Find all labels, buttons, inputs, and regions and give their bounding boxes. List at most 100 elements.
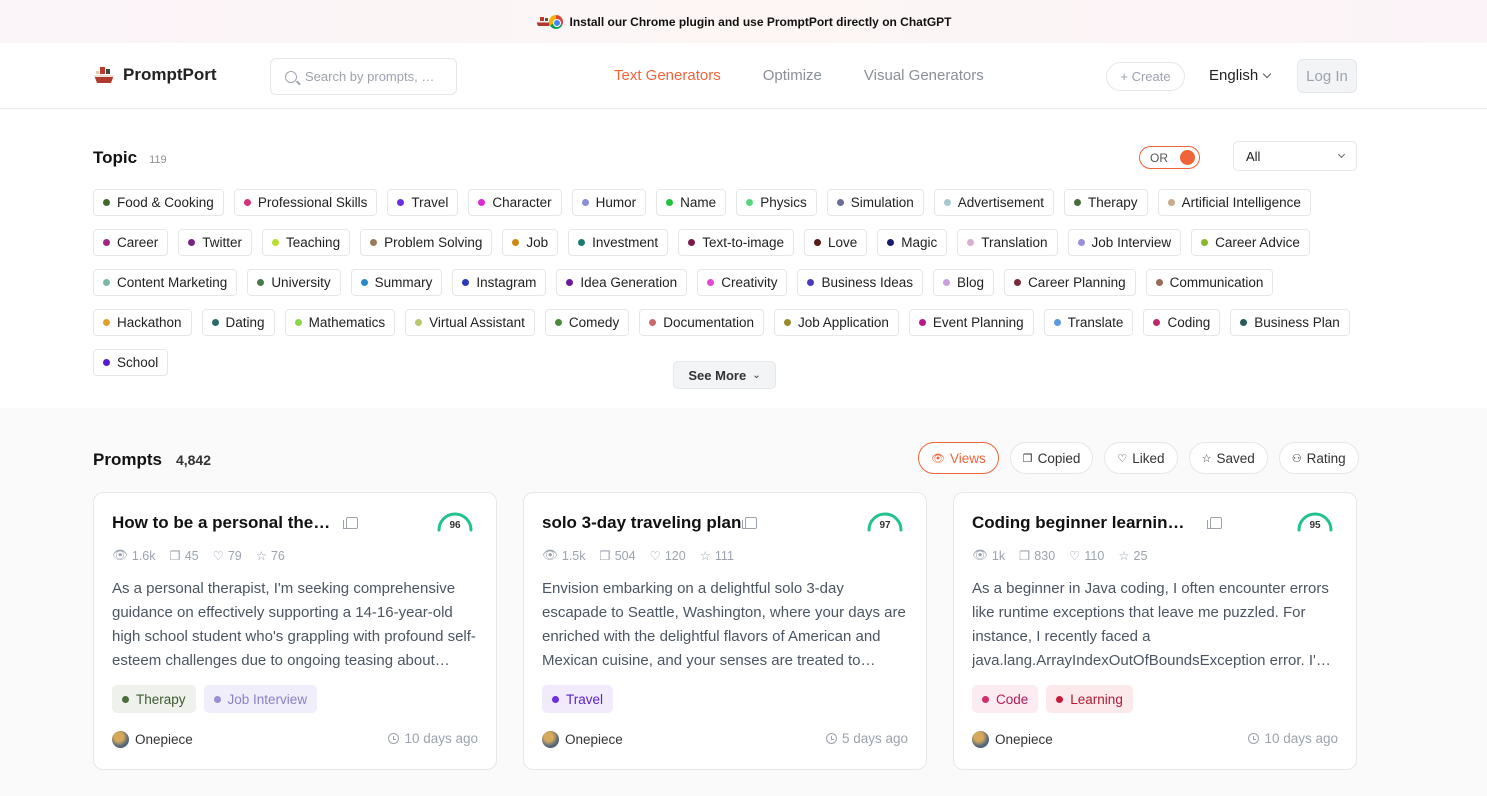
tag-dot — [103, 319, 110, 326]
topic-tag[interactable]: Blog — [933, 269, 995, 296]
card-author[interactable]: Onepiece — [972, 731, 1053, 748]
card-tag[interactable]: Therapy — [112, 685, 196, 713]
create-button[interactable]: + Create — [1106, 62, 1185, 91]
topic-tag[interactable]: Job Interview — [1067, 229, 1182, 256]
avatar — [972, 731, 989, 748]
card-tag[interactable]: Code — [972, 685, 1039, 713]
topic-tag[interactable]: Business Plan — [1230, 309, 1350, 336]
sort-copied-button[interactable]: ❐ Copied — [1009, 442, 1094, 474]
card-title[interactable]: solo 3-day traveling plan — [542, 513, 762, 533]
topic-tag-label: Career Advice — [1215, 235, 1300, 250]
search-input[interactable] — [305, 69, 445, 84]
topic-filter-select[interactable]: All — [1233, 141, 1357, 171]
card-tag[interactable]: Learning — [1046, 685, 1133, 713]
topic-tag[interactable]: Love — [803, 229, 868, 256]
topic-tag[interactable]: Food & Cooking — [93, 189, 224, 216]
login-button[interactable]: Log In — [1297, 59, 1357, 93]
topic-tag-label: Job Application — [798, 315, 889, 330]
nav-text-generators[interactable]: Text Generators — [614, 67, 721, 84]
topic-tag[interactable]: Career — [93, 229, 169, 256]
tag-dot — [784, 319, 792, 326]
topic-tag[interactable]: Simulation — [826, 189, 924, 216]
topic-tag[interactable]: Problem Solving — [360, 229, 493, 256]
topic-tag[interactable]: Artificial Intelligence — [1157, 189, 1311, 216]
topic-tag-label: Twitter — [202, 235, 243, 250]
topic-tag[interactable]: Instagram — [452, 269, 547, 296]
topic-tag[interactable]: Job — [502, 229, 559, 256]
topic-tag-label: Investment — [592, 235, 659, 250]
card-title[interactable]: How to be a personal thera… — [112, 513, 332, 533]
search-box[interactable] — [270, 58, 457, 95]
topic-tag[interactable]: Idea Generation — [556, 269, 688, 296]
topic-tag[interactable]: Humor — [571, 189, 647, 216]
nav-visual-generators[interactable]: Visual Generators — [864, 67, 984, 84]
topic-tag[interactable]: Professional Skills — [233, 189, 378, 216]
topic-tag[interactable]: Translate — [1043, 309, 1134, 336]
prompt-card[interactable]: Coding beginner learning (… 95 👁 1k ❐ 830 … — [953, 492, 1357, 770]
sort-liked-button[interactable]: ♡ Liked — [1104, 442, 1178, 474]
card-tag[interactable]: Job Interview — [203, 685, 318, 713]
card-title[interactable]: Coding beginner learning (… — [972, 513, 1192, 533]
topic-tag[interactable]: Travel — [387, 189, 459, 216]
topic-tag[interactable]: Character — [468, 189, 562, 216]
nav-optimize[interactable]: Optimize — [763, 67, 822, 84]
topic-tag[interactable]: Therapy — [1064, 189, 1148, 216]
topic-tag[interactable]: Business Ideas — [797, 269, 924, 296]
topic-tag[interactable]: Job Application — [774, 309, 899, 336]
topic-tag[interactable]: Career Advice — [1191, 229, 1310, 256]
or-toggle[interactable]: OR — [1139, 146, 1200, 169]
topic-tag[interactable]: Dating — [201, 309, 275, 336]
topic-tag[interactable]: Event Planning — [908, 309, 1034, 336]
topic-tag[interactable]: Teaching — [262, 229, 351, 256]
tag-dot — [649, 319, 657, 326]
topic-tag[interactable]: Name — [656, 189, 727, 216]
topic-tag-label: Food & Cooking — [117, 195, 214, 210]
topic-tag[interactable]: Advertisement — [933, 189, 1055, 216]
topic-tag[interactable]: Twitter — [178, 229, 253, 256]
topic-tag[interactable]: Creativity — [697, 269, 788, 296]
sort-rating-button[interactable]: ⚇ Rating — [1278, 442, 1359, 474]
topic-tag[interactable]: Communication — [1145, 269, 1274, 296]
topic-header: Topic 119 — [93, 148, 167, 168]
topic-tag[interactable]: Text-to-image — [678, 229, 794, 256]
topic-tag[interactable]: Investment — [568, 229, 669, 256]
card-author[interactable]: Onepiece — [542, 731, 623, 748]
topic-tag[interactable]: Virtual Assistant — [405, 309, 535, 336]
topic-tag[interactable]: Hackathon — [93, 309, 192, 336]
language-selector[interactable]: English — [1209, 67, 1272, 84]
main-nav: Text Generators Optimize Visual Generato… — [614, 67, 984, 84]
topic-tag[interactable]: Mathematics — [284, 309, 396, 336]
tag-dot — [1201, 239, 1209, 246]
topic-tag[interactable]: Comedy — [544, 309, 630, 336]
topic-tag[interactable]: University — [247, 269, 341, 296]
topic-tag[interactable]: Content Marketing — [93, 269, 238, 296]
card-tag[interactable]: Travel — [542, 685, 614, 713]
topic-tag[interactable]: Career Planning — [1004, 269, 1136, 296]
topic-tag-label: Therapy — [1088, 195, 1138, 210]
card-author[interactable]: Onepiece — [112, 731, 193, 748]
topic-tag[interactable]: Coding — [1143, 309, 1221, 336]
topic-tag[interactable]: Physics — [736, 189, 817, 216]
topic-tag[interactable]: Magic — [877, 229, 948, 256]
see-more-button[interactable]: See More ⌄ — [673, 361, 776, 389]
banner-logos — [535, 14, 564, 29]
topic-tag[interactable]: School — [93, 349, 169, 376]
logo[interactable]: PromptPort — [93, 65, 217, 85]
copy-icon[interactable] — [1207, 517, 1222, 529]
sort-saved-button[interactable]: ☆ Saved — [1188, 442, 1268, 474]
heart-icon: ♡ — [1069, 549, 1081, 563]
sort-views-button[interactable]: 👁 Views — [918, 442, 999, 474]
copy-icon: ❐ — [1022, 452, 1033, 465]
copy-icon[interactable] — [343, 517, 358, 529]
tag-dot — [1167, 199, 1175, 206]
topic-tag-label: Event Planning — [932, 315, 1024, 330]
avatar — [542, 731, 559, 748]
prompt-card[interactable]: solo 3-day traveling plan 97 👁 1.5k ❐ 504 … — [523, 492, 927, 770]
card-time: 10 days ago — [1248, 731, 1338, 746]
topic-tag[interactable]: Documentation — [639, 309, 765, 336]
copy-icon[interactable] — [742, 517, 757, 529]
topic-tag[interactable]: Translation — [957, 229, 1058, 256]
topic-tag[interactable]: Summary — [350, 269, 443, 296]
prompt-card[interactable]: How to be a personal thera… 96 👁 1.6k ❐ 45… — [93, 492, 497, 770]
plugin-banner[interactable]: Install our Chrome plugin and use Prompt… — [0, 0, 1487, 43]
